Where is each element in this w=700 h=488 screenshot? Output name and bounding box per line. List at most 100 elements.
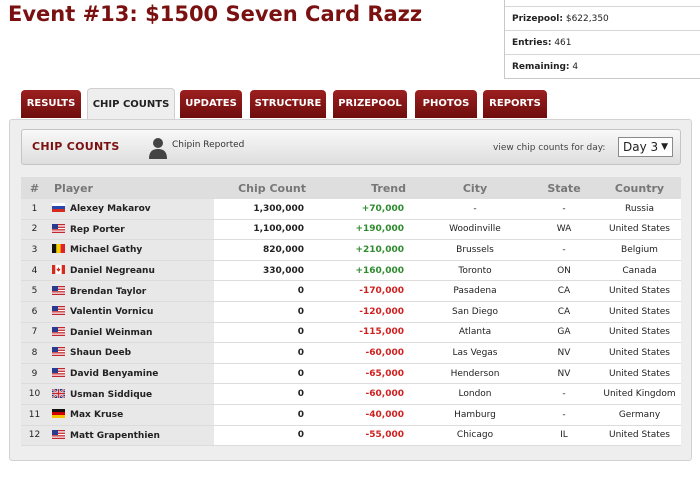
country-cell: United States (598, 363, 681, 385)
state-cell: IL (530, 425, 598, 447)
header-city: City (420, 177, 530, 199)
chip-count-cell: 0 (214, 301, 314, 323)
table-row: 2 Rep Porter 1,100,000 +190,000 Woodinville W… (21, 219, 681, 241)
rank-cell: 3 (21, 239, 48, 261)
state-cell: NV (530, 342, 598, 364)
player-name[interactable]: Shaun Deeb (70, 348, 131, 358)
tab-updates[interactable]: UPDATES (180, 90, 242, 118)
country-cell: Germany (598, 404, 681, 426)
event-title: Event #13: $1500 Seven Card Razz (8, 2, 423, 26)
chip-count-cell: 0 (214, 322, 314, 344)
header-chip-count: Chip Count (214, 177, 314, 199)
city-cell: London (420, 383, 530, 405)
player-name[interactable]: Brendan Taylor (70, 287, 146, 297)
view-day-label: view chip counts for day: (493, 143, 606, 153)
canada-flag-icon (52, 265, 65, 275)
rank-cell: 7 (21, 322, 48, 344)
table-row: 5 Brendan Taylor 0 -170,000 Pasadena CA United… (21, 280, 681, 302)
country-cell: United States (598, 322, 681, 344)
day-select[interactable]: Day 3 ▼ (618, 137, 673, 157)
usa-flag-icon (52, 368, 65, 378)
player-name[interactable]: Michael Gathy (70, 245, 142, 255)
state-cell: ON (530, 260, 598, 282)
stat-value: 4 (572, 62, 579, 72)
header-trend: Trend (314, 177, 420, 199)
header-state: State (530, 177, 598, 199)
country-cell: United States (598, 301, 681, 323)
table-header-row: # Player Chip Count Trend City State Cou… (21, 177, 681, 199)
usa-flag-icon (52, 326, 65, 336)
city-cell: Henderson (420, 363, 530, 385)
trend-cell: +190,000 (314, 219, 420, 241)
state-cell: - (530, 404, 598, 426)
player-name[interactable]: David Benyamine (70, 369, 158, 379)
rank-cell: 10 (21, 383, 48, 405)
tab-reports[interactable]: REPORTS (483, 90, 547, 118)
trend-cell: +160,000 (314, 260, 420, 282)
player-name[interactable]: Matt Grapenthien (70, 431, 160, 441)
player-cell: Max Kruse (48, 404, 214, 426)
player-name[interactable]: Usman Siddique (70, 390, 152, 400)
panel-title: CHIP COUNTS (32, 140, 120, 153)
stat-remaining: Remaining: 4 (505, 54, 700, 78)
rank-cell: 8 (21, 342, 48, 364)
player-cell: Shaun Deeb (48, 342, 214, 364)
chip-count-cell: 0 (214, 383, 314, 405)
city-cell: Toronto (420, 260, 530, 282)
chip-count-cell: 0 (214, 404, 314, 426)
trend-cell: -65,000 (314, 363, 420, 385)
city-cell: Pasadena (420, 280, 530, 302)
player-cell: Valentin Vornicu (48, 301, 214, 323)
state-cell: CA (530, 301, 598, 323)
usa-flag-icon (52, 429, 65, 439)
player-cell: Rep Porter (48, 219, 214, 241)
state-cell: NV (530, 363, 598, 385)
chipin-reported-label: Chipin Reported (172, 140, 245, 150)
country-cell: United States (598, 219, 681, 241)
country-cell: United Kingdom (598, 383, 681, 405)
stat-value: $622,350 (565, 14, 609, 24)
usa-flag-icon (52, 306, 65, 316)
city-cell: Chicago (420, 425, 530, 447)
stat-label: Entries: (512, 38, 552, 48)
person-icon (149, 138, 167, 159)
tab-prizepool[interactable]: PRIZEPOOL (333, 90, 407, 118)
trend-cell: -120,000 (314, 301, 420, 323)
tab-photos[interactable]: PHOTOS (415, 90, 477, 118)
city-cell: Hamburg (420, 404, 530, 426)
player-name[interactable]: Daniel Negreanu (70, 266, 155, 276)
country-cell: United States (598, 342, 681, 364)
table-row: 8 Shaun Deeb 0 -60,000 Las Vegas NV United Sta… (21, 342, 681, 364)
player-cell: Alexey Makarov (48, 199, 214, 220)
country-cell: Belgium (598, 239, 681, 261)
usa-flag-icon (52, 223, 65, 233)
table-row: 6 Valentin Vornicu 0 -120,000 San Diego CA Uni… (21, 301, 681, 323)
country-cell: Russia (598, 199, 681, 220)
chip-count-cell: 0 (214, 425, 314, 447)
rank-cell: 1 (21, 199, 48, 220)
chip-count-cell: 0 (214, 280, 314, 302)
header-country: Country (598, 177, 681, 199)
header-player: Player (48, 177, 214, 199)
tab-structure[interactable]: STRUCTURE (250, 90, 326, 118)
country-cell: Canada (598, 260, 681, 282)
stat-prizepool: Prizepool: $622,350 (505, 6, 700, 30)
player-name[interactable]: Rep Porter (70, 225, 125, 235)
player-name[interactable]: Valentin Vornicu (70, 307, 153, 317)
usa-flag-icon (52, 285, 65, 295)
tab-chip-counts[interactable]: CHIP COUNTS (87, 88, 175, 120)
table-row: 4 Daniel Negreanu 330,000 +160,000 Toronto ON… (21, 260, 681, 282)
chip-count-cell: 820,000 (214, 239, 314, 261)
trend-cell: -115,000 (314, 322, 420, 344)
player-name[interactable]: Alexey Makarov (70, 204, 151, 214)
stat-value: 461 (554, 38, 572, 48)
player-name[interactable]: Max Kruse (70, 410, 123, 420)
city-cell: Brussels (420, 239, 530, 261)
stat-label: Prizepool: (512, 14, 563, 24)
usa-flag-icon (52, 347, 65, 357)
germany-flag-icon (52, 409, 65, 419)
trend-cell: +210,000 (314, 239, 420, 261)
player-name[interactable]: Daniel Weinman (70, 328, 152, 338)
trend-cell: -55,000 (314, 425, 420, 447)
tab-results[interactable]: RESULTS (21, 90, 81, 118)
